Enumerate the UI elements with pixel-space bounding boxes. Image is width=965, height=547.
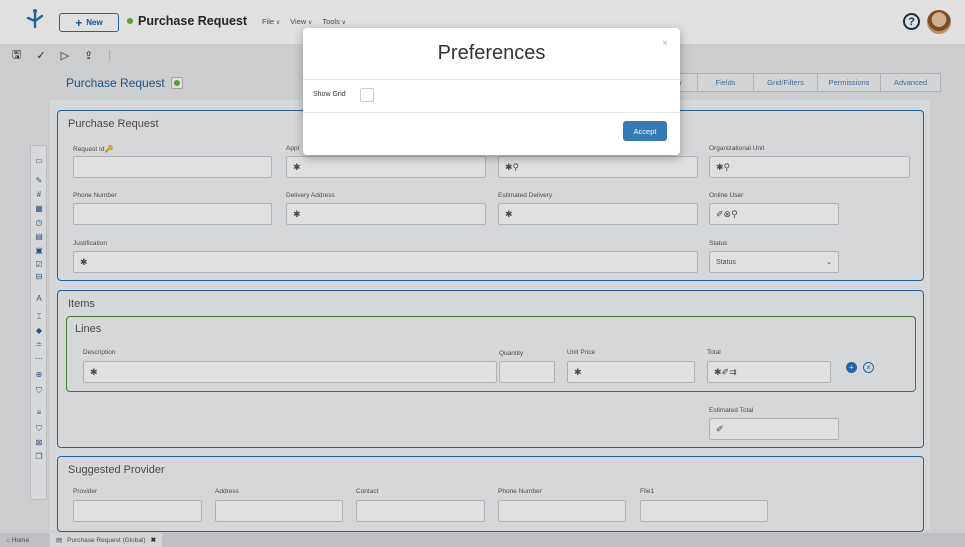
accept-button[interactable]: Accept bbox=[623, 121, 667, 141]
divider bbox=[303, 79, 680, 80]
dialog-title: Preferences bbox=[437, 42, 546, 64]
show-grid-checkbox[interactable] bbox=[360, 88, 374, 102]
divider bbox=[303, 112, 680, 113]
show-grid-label: Show Grid bbox=[313, 91, 346, 98]
close-icon[interactable]: × bbox=[662, 38, 668, 49]
preferences-dialog: Preferences × Show Grid Accept bbox=[303, 28, 680, 155]
